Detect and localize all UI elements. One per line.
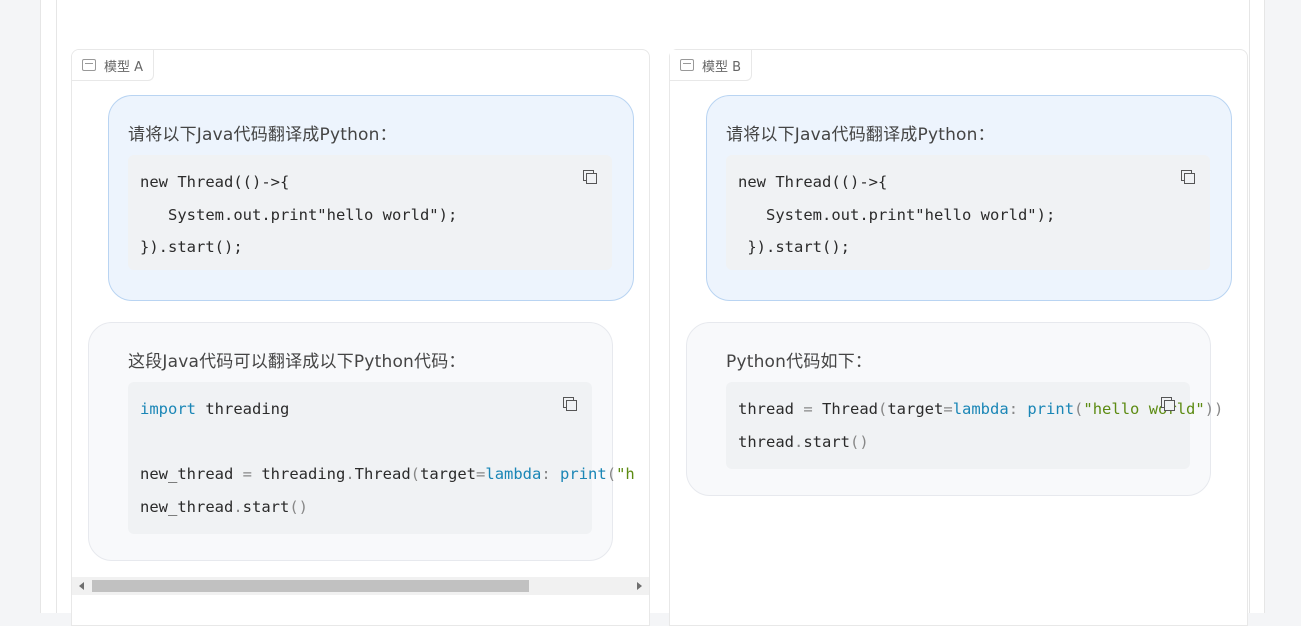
copy-icon[interactable] [1181, 170, 1195, 184]
copy-icon[interactable] [583, 170, 597, 184]
model-a-panel: 模型 A 请将以下Java代码翻译成Python： new Thread(()-… [71, 49, 650, 626]
user-message-text: 请将以下Java代码翻译成Python： [726, 125, 995, 145]
code-line: System.out.print"hello world"); [738, 206, 1056, 224]
model-b-tab[interactable]: 模型 B [670, 50, 753, 81]
scroll-right-icon[interactable] [637, 582, 642, 590]
user-code-block: new Thread(()->{ System.out.print"hello … [726, 155, 1210, 270]
model-a-tab[interactable]: 模型 A [72, 50, 155, 81]
assistant-message-text: Python代码如下： [726, 352, 873, 372]
code-line: thread.start() [738, 433, 869, 451]
user-message-text: 请将以下Java代码翻译成Python： [128, 125, 397, 145]
assistant-message-text: 这段Java代码可以翻译成以下Python代码： [128, 352, 466, 372]
assistant-code-block: import threading new_thread = threading.… [128, 382, 635, 534]
copy-icon[interactable] [563, 397, 577, 411]
code-line: System.out.print"hello world"); [140, 206, 458, 224]
user-code-block: new Thread(()->{ System.out.print"hello … [128, 155, 612, 270]
code-line: new_thread.start() [140, 498, 309, 516]
scroll-left-icon[interactable] [79, 582, 84, 590]
assistant-code-block: thread = Thread(target=lambda: print("he… [726, 382, 1223, 469]
message-icon [82, 59, 96, 71]
model-b-panel: 模型 B 请将以下Java代码翻译成Python： new Thread(()-… [669, 49, 1248, 626]
code-line: import threading [140, 400, 290, 418]
model-b-label: 模型 B [702, 59, 742, 75]
code-line: new_thread = threading.Thread(target=lam… [140, 465, 635, 483]
model-a-label: 模型 A [104, 59, 144, 75]
code-keyword: import [140, 400, 196, 418]
copy-icon[interactable] [1161, 397, 1175, 411]
horizontal-scrollbar[interactable] [72, 577, 649, 595]
code-line: }).start(); [140, 238, 243, 256]
message-icon [680, 59, 694, 71]
code-line: }).start(); [738, 238, 850, 256]
code-line: new Thread(()->{ [140, 173, 290, 191]
code-line: thread = Thread(target=lambda: print("he… [738, 400, 1224, 418]
code-line: new Thread(()->{ [738, 173, 888, 191]
scroll-thumb[interactable] [92, 580, 529, 592]
